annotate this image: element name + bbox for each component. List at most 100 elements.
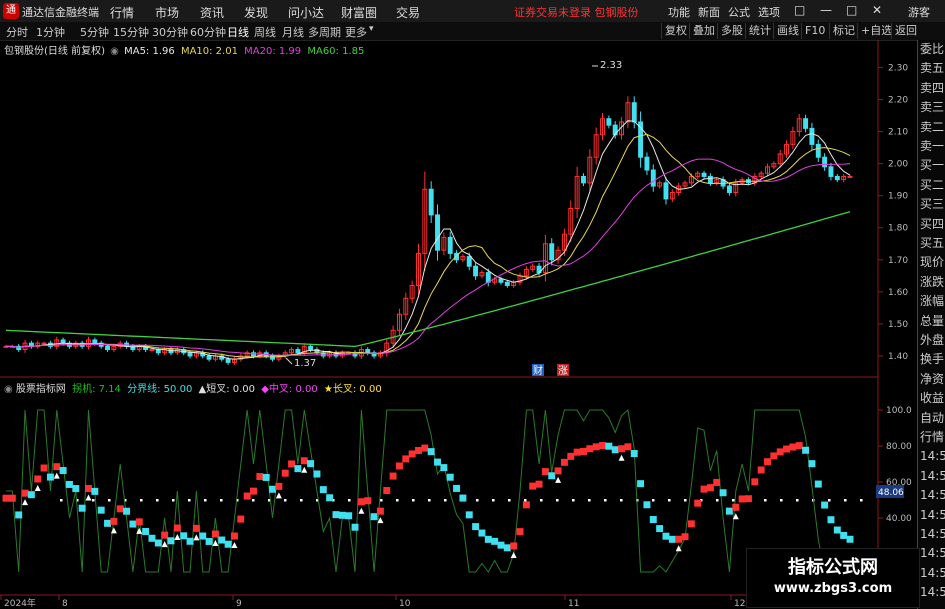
y-tick-label: 1.50 [888,320,908,330]
side-panel-item[interactable]: 涨跌 [920,275,945,290]
side-panel-item[interactable]: 外盘 [920,333,945,348]
indicator-step [186,537,194,545]
side-panel-item[interactable]: 14:50 [920,508,945,523]
side-panel-item[interactable]: 买一 [920,159,945,173]
indicator-step [402,455,410,463]
finance-badge[interactable]: 财 [533,364,543,377]
side-panel-item[interactable]: 卖三 [920,101,945,115]
candle-body [308,345,314,351]
indicator-step [110,517,118,525]
side-panel-item[interactable]: 14:50 [920,566,945,581]
short-cross-marker [22,499,29,506]
indicator-step [662,532,670,540]
indicator-step [8,494,16,502]
indicator-step [446,473,454,481]
side-panel-item[interactable]: 14:50 [920,586,945,600]
baseline-dot [172,499,175,502]
baseline-dot [716,499,719,502]
short-cross-marker [555,476,562,483]
side-panel-item[interactable]: 卖五 [920,62,945,76]
indicator-step [516,528,524,536]
indicator-step [243,492,251,500]
x-tick-label: 8 [62,599,68,609]
indicator-step [21,489,29,497]
indicator-step [2,494,10,502]
x-axis: 2024年 8 9 10 11 12 [0,595,745,609]
indicator-step [142,528,150,536]
indicator-step [351,523,359,531]
indicator-step [116,505,124,513]
indicator-step [370,513,378,521]
baseline-dot [284,499,287,502]
side-panel-item[interactable]: 14:50 [920,489,945,503]
side-panel-item[interactable]: 买四 [920,217,945,232]
indicator-step [808,460,816,468]
side-panel-item[interactable]: 涨幅 [920,295,945,309]
indicator-step [34,475,42,483]
x-tick-label: 11 [568,599,579,609]
y-tick-label: 1.80 [888,224,908,234]
x-tick-label: 10 [399,599,411,609]
candle-body [149,349,155,352]
side-panel-item[interactable]: 卖二 [920,120,945,135]
quote-side-panel: 委比卖五卖四卖三卖二卖一买一买二买三买四买五现价涨跌涨幅总量外盘换手净资收益自动… [917,40,945,609]
side-panel-item[interactable]: 14:50 [920,527,945,542]
chart-area[interactable]: 2.30 2.20 2.10 2.00 1.90 1.80 1.70 1.60 1.50 1.40… [0,0,945,609]
side-panel-item[interactable]: 总量 [920,314,945,329]
baseline-dot [652,499,655,502]
candle-body [473,265,479,277]
sub-y-tick-label: 80.00 [886,442,912,452]
baseline-dot [204,499,207,502]
side-panel-item[interactable]: 收益 [920,392,945,406]
indicator-step [802,446,810,454]
side-panel-item[interactable]: 14:50 [920,469,945,484]
indicator-step [434,458,441,466]
indicator-step [840,531,848,539]
side-panel-item[interactable]: 14:50 [920,547,945,561]
candle-body [206,355,212,360]
baseline-dot [556,499,559,502]
x-tick-label: 12 [734,599,745,609]
current-value: 48.06 [878,488,904,498]
side-panel-item[interactable]: 行情 [920,430,945,445]
indicator-step [199,532,207,540]
side-panel-item[interactable]: 卖四 [920,81,945,96]
indicator-step [541,468,549,476]
indicator-step [129,520,137,528]
indicator-step [484,535,492,543]
short-cross-marker [358,507,365,514]
indicator-step [53,463,61,471]
side-panel-item[interactable]: 净资 [920,372,945,387]
indicator-toggle-icon[interactable]: ◉ [4,384,13,395]
indicator-step [827,516,835,524]
baseline-dot [60,499,63,502]
side-panel-item[interactable]: 买二 [920,178,945,193]
side-panel-item[interactable]: 卖一 [920,139,945,154]
indicator-step [46,473,54,481]
side-panel-item[interactable]: 换手 [920,353,945,367]
side-panel-item[interactable]: 自动 [920,411,945,426]
indicator-step [15,511,23,519]
indicator-step [161,531,169,539]
indicator-step [135,518,143,526]
baseline-dot [604,499,607,502]
side-panel-item[interactable]: 委比 [920,42,945,57]
indicator-step [643,501,651,509]
side-panel-item[interactable]: 买三 [920,198,945,212]
watermark-title: 指标公式网 [788,557,878,578]
divider-label: 分界线: 50.00 [127,384,193,395]
candle-body [447,236,453,254]
indicator-step [668,535,676,543]
side-panel-item[interactable]: 现价 [920,256,945,270]
rise-badge[interactable]: 涨 [558,365,568,377]
indicator-step [789,443,797,451]
baseline-dot [188,499,191,502]
side-panel-item[interactable]: 买五 [920,236,945,251]
indicator-step [154,539,162,547]
indicator-step [548,472,556,480]
low-price-marker: 1.37 [294,358,316,369]
indicator-step [326,494,334,502]
side-panel-item[interactable]: 14:50 [920,450,945,464]
long-cross-label: ★长叉: 0.00 [323,384,382,395]
candle-body [650,169,656,187]
